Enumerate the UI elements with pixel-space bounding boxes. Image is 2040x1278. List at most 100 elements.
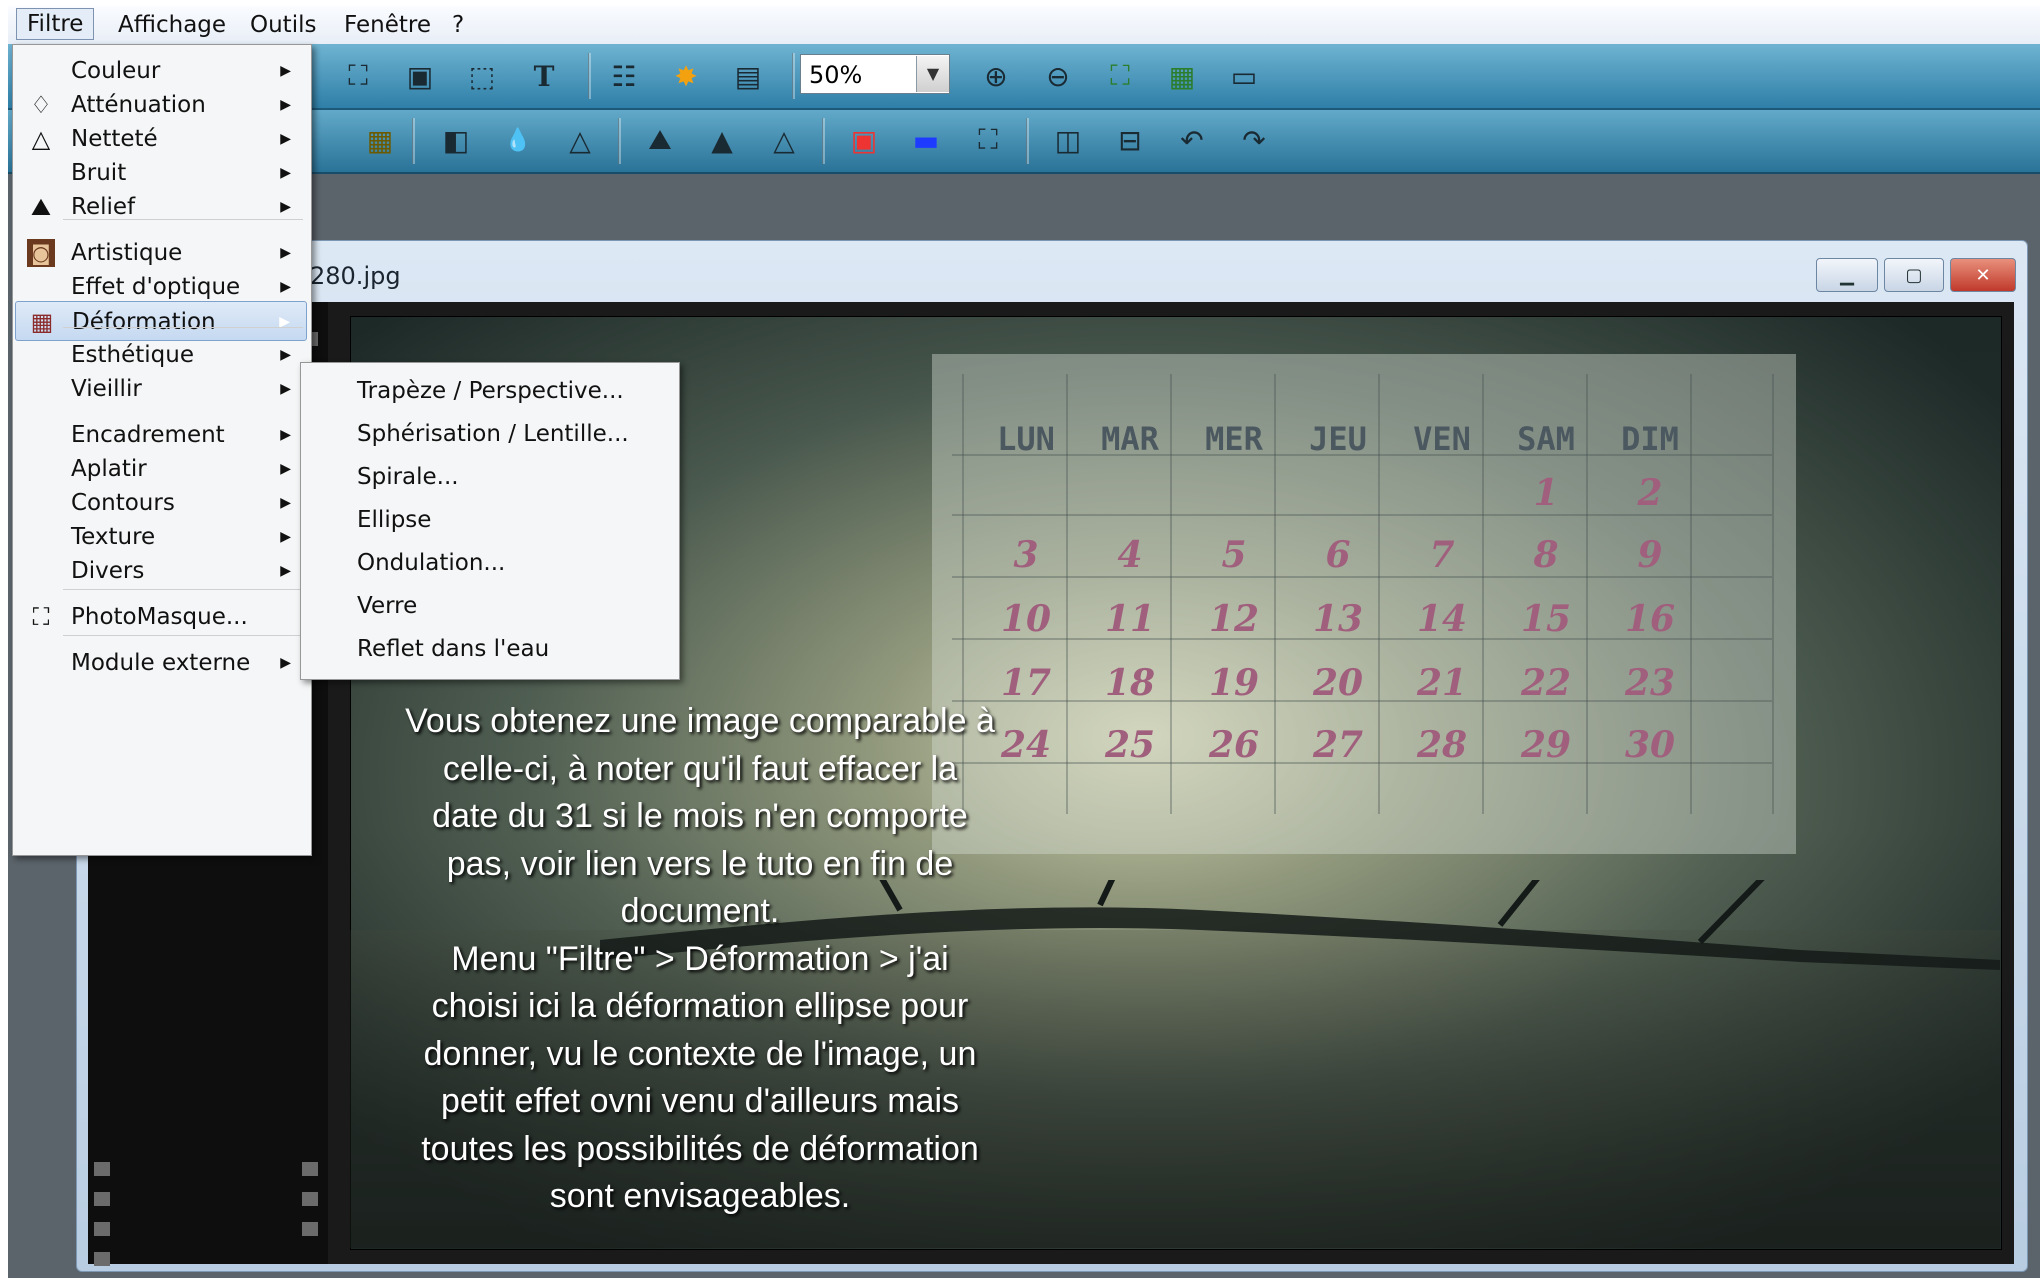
chevron-down-icon[interactable]: ▼ xyxy=(916,56,949,92)
window-icon[interactable]: ▤ xyxy=(728,56,768,96)
submenu-item-spirale[interactable]: Spirale... xyxy=(357,457,459,497)
menu-item-label: PhotoMasque... xyxy=(71,604,248,630)
layers-tree-icon[interactable]: ☷ xyxy=(604,56,644,96)
calendar-weekday-dim: DIM xyxy=(1621,420,1679,458)
menu-outils[interactable]: Outils xyxy=(240,10,326,40)
calendar-day: 15 xyxy=(1520,598,1572,640)
submenu-item-reflet-dans-l-eau[interactable]: Reflet dans l'eau xyxy=(357,629,549,669)
calendar-day: 27 xyxy=(1312,724,1364,766)
caption-line: toutes les possibilités de déformation xyxy=(421,1129,979,1168)
document-title: 280.jpg xyxy=(310,262,401,290)
caption-line: document. xyxy=(620,892,780,930)
calendar-day: 2 xyxy=(1637,472,1663,514)
menu-affichage[interactable]: Affichage xyxy=(108,10,236,40)
submenu-item-trapèze-perspective[interactable]: Trapèze / Perspective... xyxy=(357,371,624,411)
film-hole xyxy=(302,1192,318,1206)
caption-line: choisi ici la déformation ellipse pour xyxy=(431,987,969,1025)
film-hole xyxy=(94,1222,110,1236)
soften-droplet-icon[interactable]: △ xyxy=(560,120,600,160)
text-tool-icon[interactable]: T xyxy=(524,56,564,96)
toolbar-separator xyxy=(822,118,825,164)
calendar-grid-line xyxy=(952,576,1772,578)
menu-separator xyxy=(63,589,303,590)
film-hole xyxy=(94,1252,110,1266)
actual-size-icon[interactable]: ▦ xyxy=(1162,56,1202,96)
submenu-item-verre[interactable]: Verre xyxy=(357,586,417,626)
menu-item-label: Divers xyxy=(71,558,145,584)
calendar-day: 7 xyxy=(1429,534,1455,576)
menu-bar: Filtre Affichage Outils Fenêtre ? xyxy=(8,6,2040,45)
menu-filtre[interactable]: Filtre xyxy=(16,8,95,40)
film-hole xyxy=(302,1222,318,1236)
calendar-weekday-ven: VEN xyxy=(1413,420,1471,458)
menu-item-vieillir[interactable]: Vieillir ▶ xyxy=(15,369,307,409)
calendar-day: 16 xyxy=(1624,598,1676,640)
color-balance-icon[interactable]: ▣ xyxy=(844,120,884,160)
menu-item-divers[interactable]: Divers ▶ xyxy=(15,551,307,591)
flip-horizontal-icon[interactable]: ◫ xyxy=(1048,120,1088,160)
frame-bold-icon[interactable]: ▣ xyxy=(400,56,440,96)
fit-window-icon[interactable]: ⛶ xyxy=(1100,56,1140,96)
fullscreen-monitor-icon[interactable]: ▭ xyxy=(1224,56,1264,96)
calendar-grid-line xyxy=(1772,374,1774,814)
submenu-item-ondulation[interactable]: Ondulation... xyxy=(357,543,505,583)
photomask-tool-icon[interactable]: ⛶ xyxy=(968,120,1008,160)
sharpen-icon[interactable]: ▲ xyxy=(702,120,742,160)
frame-person-icon[interactable]: ⛶ xyxy=(338,56,378,96)
grid-deform-icon: ▦ xyxy=(30,308,54,336)
calendar-day: 10 xyxy=(1000,598,1052,640)
menu-item-photomasque[interactable]: ⛶ PhotoMasque... xyxy=(15,597,307,637)
film-hole xyxy=(302,1162,318,1176)
calendar-day: 20 xyxy=(1312,662,1364,704)
maximize-button[interactable]: ▢ xyxy=(1884,258,1944,292)
submenu-item-ellipse[interactable]: Ellipse xyxy=(357,500,431,540)
zoom-in-icon[interactable]: ⊕ xyxy=(976,56,1016,96)
caption-line: date du 31 si le mois n'en comporte xyxy=(432,797,968,835)
menu-separator xyxy=(63,219,303,220)
mosaic-icon[interactable]: ▦ xyxy=(360,120,400,160)
menu-item-module-externe[interactable]: Module externe ▶ xyxy=(15,643,307,683)
contrast-icon[interactable]: ◧ xyxy=(436,120,476,160)
caption-line: Menu "Filtre" > Déformation > j'ai xyxy=(451,939,949,978)
calendar-grid: LUN MAR MER JEU VEN SAM DIM 1 2 3 4 5 6 7 8 9 10 11 12 13 14… xyxy=(932,354,1796,854)
menu-fenetre[interactable]: Fenêtre xyxy=(334,10,441,40)
portrait-icon: ◙ xyxy=(27,239,55,267)
menu-item-label: Vieillir xyxy=(71,376,142,402)
submenu-arrow-icon: ▶ xyxy=(280,381,291,397)
menu-item-label: Relief xyxy=(71,194,136,220)
zoom-out-icon[interactable]: ⊖ xyxy=(1038,56,1078,96)
calendar-weekday-mar: MAR xyxy=(1101,420,1159,458)
calendar-day: 6 xyxy=(1325,534,1351,576)
main-toolbar: ⛶ ▣ ⬚ T ☷ ✸ ▤ ⊕ ⊖ ⛶ ▦ ▭ xyxy=(8,44,2040,110)
close-button[interactable]: ✕ xyxy=(1950,258,2016,292)
calendar-day: 23 xyxy=(1624,662,1676,704)
rotate-right-icon[interactable]: ↷ xyxy=(1234,120,1274,160)
menu-item-relief[interactable]: ⛰ Relief ▶ xyxy=(15,187,307,227)
rotate-left-icon[interactable]: ↶ xyxy=(1172,120,1212,160)
calendar-weekday-jeu: JEU xyxy=(1309,420,1367,458)
minimize-button[interactable]: ▁ xyxy=(1816,258,1878,292)
toolbar-separator xyxy=(588,53,591,99)
deformation-submenu: Trapèze / Perspective... Sphérisation / L… xyxy=(300,362,680,680)
droplet-icon: ♢ xyxy=(30,91,52,119)
gradient-icon[interactable]: ▬ xyxy=(906,120,946,160)
toolbar-separator xyxy=(792,53,795,99)
caption-line: donner, vu le contexte de l'image, un xyxy=(423,1034,977,1073)
calendar-day: 29 xyxy=(1520,724,1572,766)
calendar-day: 30 xyxy=(1624,724,1676,766)
selection-icon[interactable]: ⬚ xyxy=(462,56,502,96)
toolbar-separator xyxy=(618,118,621,164)
sharpen-more-icon[interactable]: △ xyxy=(764,120,804,160)
calendar-day: 8 xyxy=(1533,534,1559,576)
filter-toolbar: ▦ ◧ 💧 △ ⛰ ▲ △ ▣ ▬ ⛶ ◫ ⊟ ↶ ↷ xyxy=(8,110,2040,174)
menu-help[interactable]: ? xyxy=(442,10,474,40)
caption-line: petit effet ovni venu d'ailleurs mais xyxy=(440,1082,960,1120)
submenu-arrow-icon: ▶ xyxy=(280,199,291,215)
sharpen-triangle-icon: △ xyxy=(31,125,51,153)
relief-icon[interactable]: ⛰ xyxy=(640,120,680,160)
calendar-day: 4 xyxy=(1117,534,1143,576)
flip-vertical-icon[interactable]: ⊟ xyxy=(1110,120,1150,160)
effects-star-icon[interactable]: ✸ xyxy=(666,56,706,96)
submenu-item-sphérisation-lentille[interactable]: Sphérisation / Lentille... xyxy=(357,414,629,454)
blur-droplet-icon[interactable]: 💧 xyxy=(498,120,538,160)
